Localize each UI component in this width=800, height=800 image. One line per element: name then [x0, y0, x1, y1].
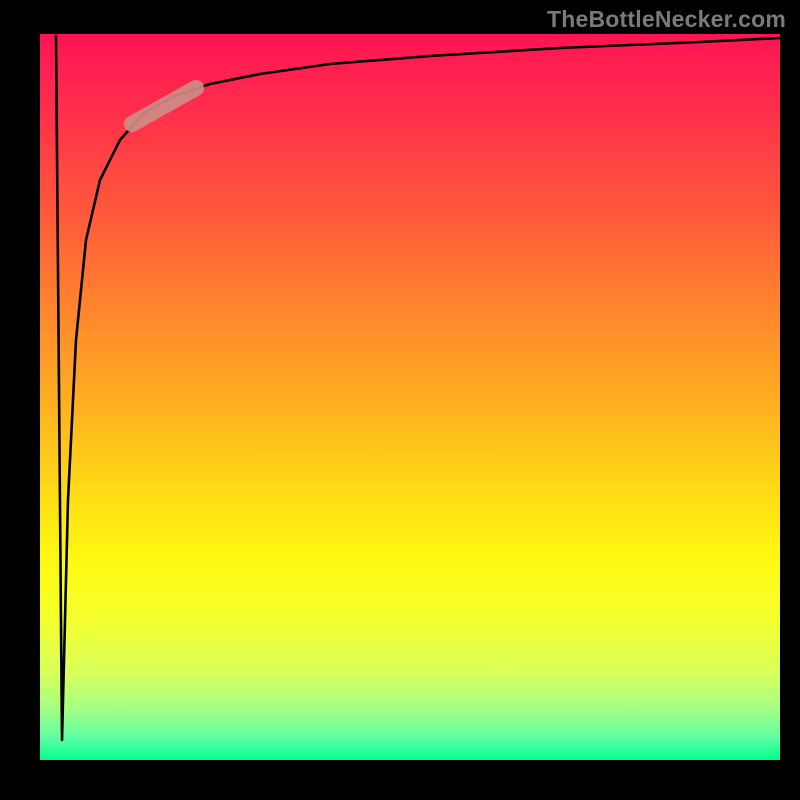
watermark-text: TheBottleNecker.com: [547, 6, 786, 33]
plot-gradient-background: [40, 34, 780, 760]
chart-container: TheBottleNecker.com: [0, 0, 800, 800]
